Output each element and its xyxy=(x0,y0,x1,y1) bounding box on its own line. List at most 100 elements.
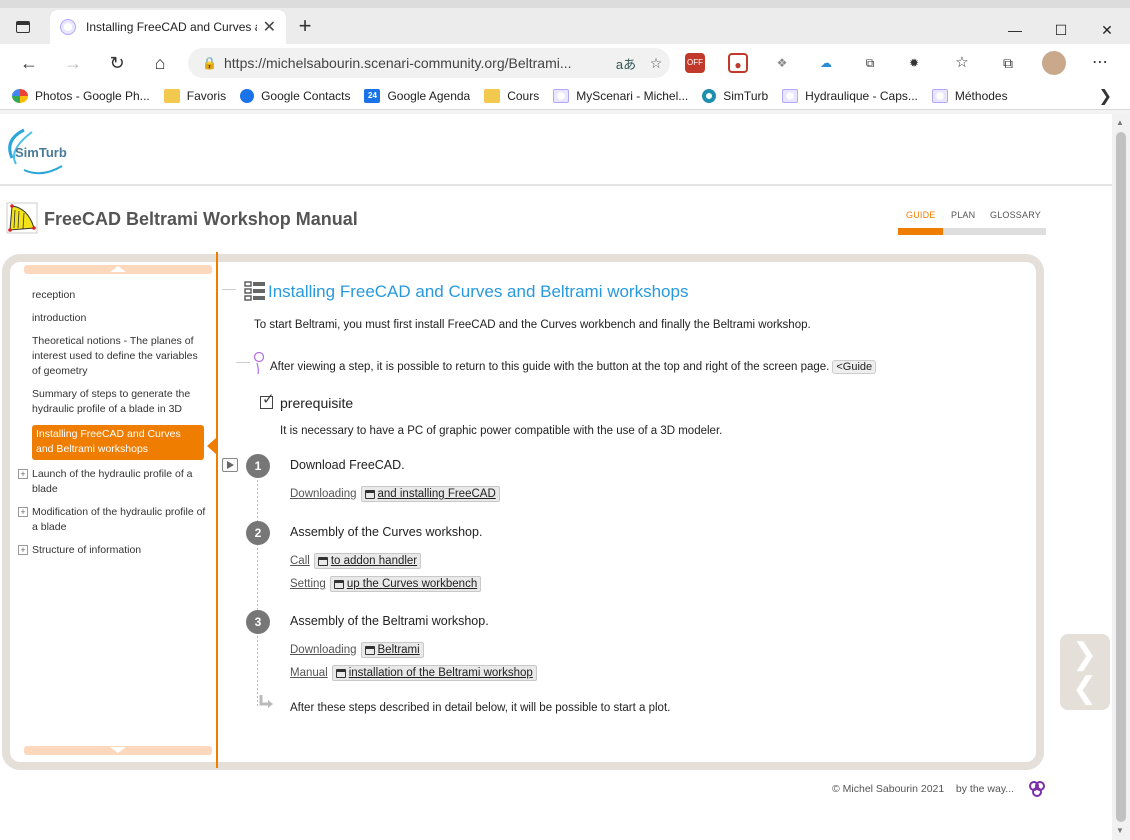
expand-icon[interactable]: + xyxy=(18,545,28,555)
nav-plan[interactable]: PLAN xyxy=(951,210,975,220)
manual-title: FreeCAD Beltrami Workshop Manual xyxy=(44,209,358,229)
step-link[interactable]: Setting up the Curves workbench xyxy=(290,576,482,592)
sidebar-item-modification[interactable]: Modification of the hydraulic profile of… xyxy=(32,505,208,535)
main-content: Installing FreeCAD and Curves and Beltra… xyxy=(222,262,1044,762)
back-button[interactable]: ← xyxy=(14,49,44,77)
sidebar-item-reception[interactable]: reception xyxy=(32,288,208,303)
simturb-icon xyxy=(702,88,717,103)
address-field[interactable]: 🔒 https://michelsabourin.scenari-communi… xyxy=(188,48,670,78)
step-link-button[interactable]: Beltrami xyxy=(360,642,424,658)
adblock-extension-icon[interactable]: OFF xyxy=(685,53,705,73)
bookmark-label: Photos - Google Ph... xyxy=(35,88,150,103)
intro-text: To start Beltrami, you must first instal… xyxy=(254,319,811,331)
step-link-pre[interactable]: Manual xyxy=(290,667,328,679)
bookmark-favoris[interactable]: Favoris xyxy=(163,88,226,103)
minimize-button[interactable]: — xyxy=(992,16,1038,44)
tab-active[interactable]: Installing FreeCAD and Curves ar ✕ xyxy=(50,10,286,44)
sidebar-item-theoretical-notions[interactable]: Theoretical notions - The planes of inte… xyxy=(32,334,208,379)
sidebar-item-summary-of-steps[interactable]: Summary of steps to generate the hydraul… xyxy=(32,387,208,417)
nav-guide[interactable]: GUIDE xyxy=(906,210,936,220)
dropbox-extension-icon[interactable]: ❖ xyxy=(772,53,792,73)
close-window-button[interactable]: ✕ xyxy=(1084,16,1130,44)
by-the-way-link[interactable]: by the way... xyxy=(956,783,1014,795)
tab-title: Installing FreeCAD and Curves ar xyxy=(86,20,257,34)
tree-connector xyxy=(236,362,250,363)
window-icon xyxy=(317,556,328,566)
scenari-logo-icon[interactable] xyxy=(1028,780,1046,798)
bookmark-google-agenda[interactable]: 24 Google Agenda xyxy=(364,88,470,103)
step-link-pre[interactable]: Downloading xyxy=(290,644,357,656)
steps-line xyxy=(257,480,258,706)
scenari-icon xyxy=(782,88,799,103)
home-button[interactable]: ⌂ xyxy=(145,49,175,77)
scrollbar-thumb[interactable] xyxy=(1116,132,1126,822)
bookmarks-bar: Photos - Google Ph... Favoris Google Con… xyxy=(0,82,1130,110)
step-link-button-label: and installing FreeCAD xyxy=(377,488,496,500)
sidebar-scroll-down[interactable] xyxy=(24,746,212,755)
tab-actions-button[interactable] xyxy=(8,15,38,39)
refresh-button[interactable]: ↻ xyxy=(102,49,132,77)
bookmark-hydraulique[interactable]: Hydraulique - Caps... xyxy=(782,88,918,103)
step-link-button[interactable]: and installing FreeCAD xyxy=(360,486,500,502)
read-aloud-icon[interactable]: aあ xyxy=(610,54,642,73)
add-favorite-icon[interactable]: ☆ xyxy=(642,55,670,72)
sidebar-item-launch[interactable]: Launch of the hydraulic profile of a bla… xyxy=(32,467,208,497)
step-link-button[interactable]: up the Curves workbench xyxy=(329,576,482,592)
step-link-pre[interactable]: Setting xyxy=(290,578,326,590)
arrow-return-icon xyxy=(259,695,273,708)
scroll-down-icon[interactable]: ▼ xyxy=(1116,826,1124,835)
page-scrollbar[interactable]: ▲ ▼ xyxy=(1112,114,1130,840)
expand-icon[interactable]: + xyxy=(18,507,28,517)
logo-text: SimTurb xyxy=(15,145,67,160)
bookmark-photos[interactable]: Photos - Google Ph... xyxy=(12,88,150,103)
sidebar-item-structure[interactable]: Structure of information xyxy=(32,543,208,558)
extensions-icon[interactable]: ✹ xyxy=(904,53,924,73)
content-title: Installing FreeCAD and Curves and Beltra… xyxy=(268,282,689,301)
bookmark-cours[interactable]: Cours xyxy=(484,88,539,103)
scenari-favicon-icon xyxy=(60,19,76,35)
sidebar-item-introduction[interactable]: introduction xyxy=(32,311,208,326)
capture-extension-icon[interactable]: ⧉ xyxy=(860,53,880,73)
play-icon xyxy=(227,461,234,469)
url-text: https://michelsabourin.scenari-community… xyxy=(224,55,572,71)
tab-actions-icon xyxy=(16,21,30,33)
chevron-right-icon[interactable]: ❯ xyxy=(1099,86,1112,106)
forward-button[interactable]: → xyxy=(58,49,88,77)
bookmark-google-contacts[interactable]: Google Contacts xyxy=(240,88,350,103)
guide-button[interactable]: <Guide xyxy=(832,360,877,374)
play-button[interactable] xyxy=(222,458,238,472)
new-tab-button[interactable]: + xyxy=(292,14,318,40)
close-tab-icon[interactable]: ✕ xyxy=(263,17,276,37)
step-link[interactable]: Downloading and installing FreeCAD xyxy=(290,486,500,502)
pocket-extension-icon[interactable]: ● xyxy=(728,53,748,73)
step-link-button-label: Beltrami xyxy=(377,644,420,656)
simturb-logo[interactable]: SimTurb xyxy=(2,120,82,180)
bookmark-myscenari[interactable]: MyScenari - Michel... xyxy=(553,88,688,103)
step-link[interactable]: Downloading Beltrami xyxy=(290,642,424,658)
bookmark-methodes[interactable]: Méthodes xyxy=(931,88,1008,103)
step-link[interactable]: Call to addon handler xyxy=(290,553,422,569)
sidebar-item-installing[interactable]: Installing FreeCAD and Curves and Beltra… xyxy=(32,425,204,460)
step-link-button[interactable]: installation of the Beltrami workshop xyxy=(331,665,537,681)
next-page-icon[interactable]: ❯ xyxy=(1072,640,1097,670)
step-link-button-label: installation of the Beltrami workshop xyxy=(348,667,533,679)
step-link-pre[interactable]: Call xyxy=(290,555,310,567)
step-link-button[interactable]: to addon handler xyxy=(313,553,422,569)
bookmark-label: SimTurb xyxy=(723,88,769,103)
previous-page-icon[interactable]: ❮ xyxy=(1072,674,1097,704)
onedrive-extension-icon[interactable]: ☁ xyxy=(816,53,836,73)
step-title: Assembly of the Beltrami workshop. xyxy=(290,614,489,628)
bookmark-simturb[interactable]: SimTurb xyxy=(702,88,769,103)
maximize-button[interactable]: ☐ xyxy=(1038,16,1084,44)
favorites-icon[interactable]: ☆ xyxy=(952,53,972,73)
nav-glossary[interactable]: GLOSSARY xyxy=(990,210,1041,220)
expand-icon[interactable]: + xyxy=(18,469,28,479)
folder-icon xyxy=(484,88,501,103)
profile-avatar[interactable] xyxy=(1042,51,1066,75)
collections-icon[interactable]: ⧉ xyxy=(998,53,1018,73)
scroll-up-icon[interactable]: ▲ xyxy=(1116,118,1124,127)
step-link[interactable]: Manual installation of the Beltrami work… xyxy=(290,665,537,681)
sidebar-scroll-up[interactable] xyxy=(24,265,212,274)
more-menu-icon[interactable]: ⋯ xyxy=(1090,53,1110,73)
step-link-pre[interactable]: Downloading xyxy=(290,488,357,500)
